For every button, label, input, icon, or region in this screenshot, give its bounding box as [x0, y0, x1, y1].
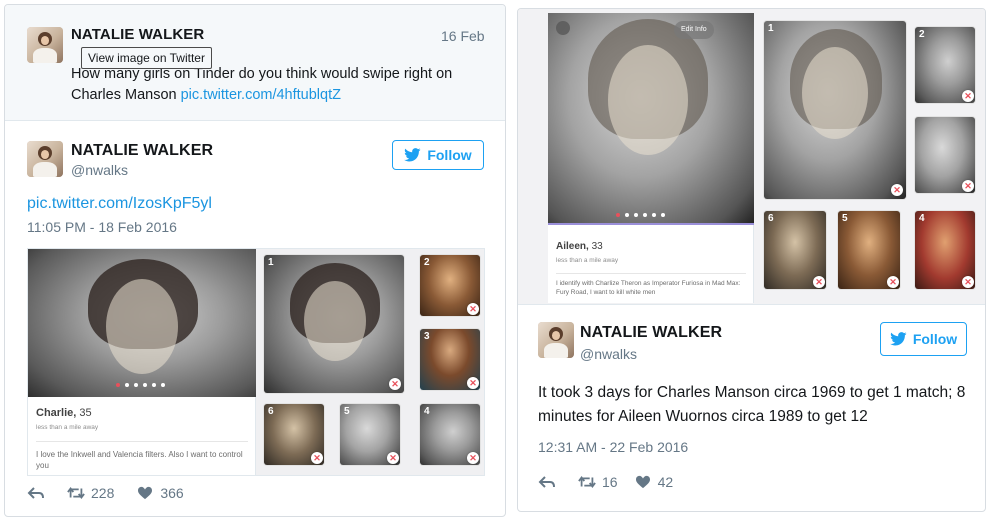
tweet-actions: 16 42	[538, 474, 695, 490]
left-tweet-panel: NATALIE WALKER 16 Feb How many girls on …	[4, 4, 506, 517]
reply-icon	[27, 487, 44, 499]
tooltip: View image on Twitter	[81, 47, 212, 69]
remove-photo-icon[interactable]: ✕	[962, 90, 974, 102]
remove-photo-icon[interactable]: ✕	[387, 452, 399, 464]
remove-photo-icon[interactable]: ✕	[887, 276, 899, 288]
remove-photo-icon[interactable]: ✕	[813, 276, 825, 288]
photo-slot-3[interactable]: 3 ✕	[420, 329, 480, 390]
follow-label: Follow	[912, 331, 958, 347]
like-count: 366	[160, 485, 184, 501]
like-button[interactable]: 42	[634, 474, 674, 490]
remove-photo-icon[interactable]: ✕	[389, 378, 401, 390]
like-count: 42	[657, 474, 674, 490]
twitter-bird-icon	[889, 332, 907, 346]
tweet-timestamp[interactable]: 12:31 AM - 22 Feb 2016	[538, 439, 688, 455]
remove-photo-icon[interactable]: ✕	[962, 180, 974, 192]
tweet-actions: 228 366	[27, 485, 206, 501]
tweet-date[interactable]: 16 Feb	[441, 28, 485, 44]
tinder-profile-card: Edit Info Aileen, 33 less than a mile aw…	[548, 13, 754, 303]
retweet-button[interactable]: 228	[67, 485, 114, 501]
author-handle[interactable]: @nwalks	[71, 162, 128, 178]
like-button[interactable]: 366	[136, 485, 184, 501]
remove-photo-icon[interactable]: ✕	[467, 452, 479, 464]
profile-bio: I love the Inkwell and Valencia filters.…	[36, 450, 243, 470]
reply-button[interactable]	[27, 486, 45, 500]
profile-name: Charlie, 35	[36, 407, 92, 419]
location-icon[interactable]	[556, 21, 570, 35]
author-name[interactable]: NATALIE WALKER	[71, 26, 204, 43]
image-link[interactable]: pic.twitter.com/IzosKpF5yl	[27, 195, 212, 213]
photo-slot-6[interactable]: 6 ✕	[764, 211, 826, 289]
avatar[interactable]	[538, 322, 574, 358]
follow-button[interactable]: Follow	[392, 140, 484, 170]
profile-bio: I identify with Charlize Theron as Imper…	[556, 280, 741, 296]
heart-icon	[138, 486, 153, 500]
remove-photo-icon[interactable]: ✕	[467, 377, 479, 389]
tweet-timestamp[interactable]: 11:05 PM - 18 Feb 2016	[27, 219, 177, 235]
profile-distance: less than a mile away	[36, 424, 99, 431]
author-name[interactable]: NATALIE WALKER	[71, 142, 213, 160]
tweet-image[interactable]: Edit Info Aileen, 33 less than a mile aw…	[518, 9, 985, 305]
remove-photo-icon[interactable]: ✕	[467, 303, 479, 315]
profile-name: Aileen, 33	[556, 241, 603, 252]
photo-slot-5[interactable]: 5 ✕	[340, 404, 400, 465]
profile-photo	[548, 13, 754, 223]
reply-icon	[538, 476, 555, 488]
parent-tweet[interactable]: NATALIE WALKER 16 Feb How many girls on …	[5, 5, 505, 121]
retweet-icon	[578, 476, 596, 488]
profile-photo	[28, 249, 256, 397]
author-name[interactable]: NATALIE WALKER	[580, 324, 722, 342]
photo-slot-2[interactable]: 2 ✕	[420, 255, 480, 316]
tinder-profile-card: Charlie, 35 less than a mile away I love…	[28, 249, 256, 475]
retweet-icon	[67, 487, 85, 499]
author-handle[interactable]: @nwalks	[580, 346, 637, 362]
heart-icon	[635, 475, 650, 489]
follow-label: Follow	[427, 147, 472, 163]
tweet-text: It took 3 days for Charles Manson circa …	[538, 384, 966, 425]
photo-slot-2[interactable]: 2 ✕	[915, 27, 975, 103]
twitter-bird-icon	[404, 148, 421, 162]
follow-button[interactable]: Follow	[880, 322, 967, 356]
avatar[interactable]	[27, 141, 63, 177]
photo-slot-5[interactable]: 5 ✕	[838, 211, 900, 289]
profile-distance: less than a mile away	[556, 257, 619, 264]
photo-slot-3[interactable]: ✕	[915, 117, 975, 193]
tweet-text: How many girls on Tinder do you think wo…	[71, 64, 491, 106]
reply-button[interactable]	[538, 475, 556, 489]
remove-photo-icon[interactable]: ✕	[311, 452, 323, 464]
right-tweet-panel: Edit Info Aileen, 33 less than a mile aw…	[517, 8, 986, 512]
remove-photo-icon[interactable]: ✕	[891, 184, 903, 196]
avatar[interactable]	[27, 27, 63, 63]
retweet-count: 228	[91, 485, 115, 501]
image-link[interactable]: pic.twitter.com/4hftublqtZ	[181, 87, 341, 103]
photo-pager[interactable]	[616, 213, 665, 217]
photo-slot-4[interactable]: 4 ✕	[915, 211, 975, 289]
photo-pager[interactable]	[116, 383, 165, 387]
photo-slot-1[interactable]: 1 ✕	[764, 21, 906, 199]
remove-photo-icon[interactable]: ✕	[962, 276, 974, 288]
photo-slot-6[interactable]: 6 ✕	[264, 404, 324, 465]
edit-info-button[interactable]: Edit Info	[674, 21, 714, 39]
photo-slot-1[interactable]: 1 ✕	[264, 255, 404, 393]
retweet-button[interactable]: 16	[578, 474, 618, 490]
retweet-count: 16	[602, 474, 618, 490]
photo-slot-4[interactable]: 4 ✕	[420, 404, 480, 465]
tweet-image[interactable]: Charlie, 35 less than a mile away I love…	[27, 248, 485, 476]
